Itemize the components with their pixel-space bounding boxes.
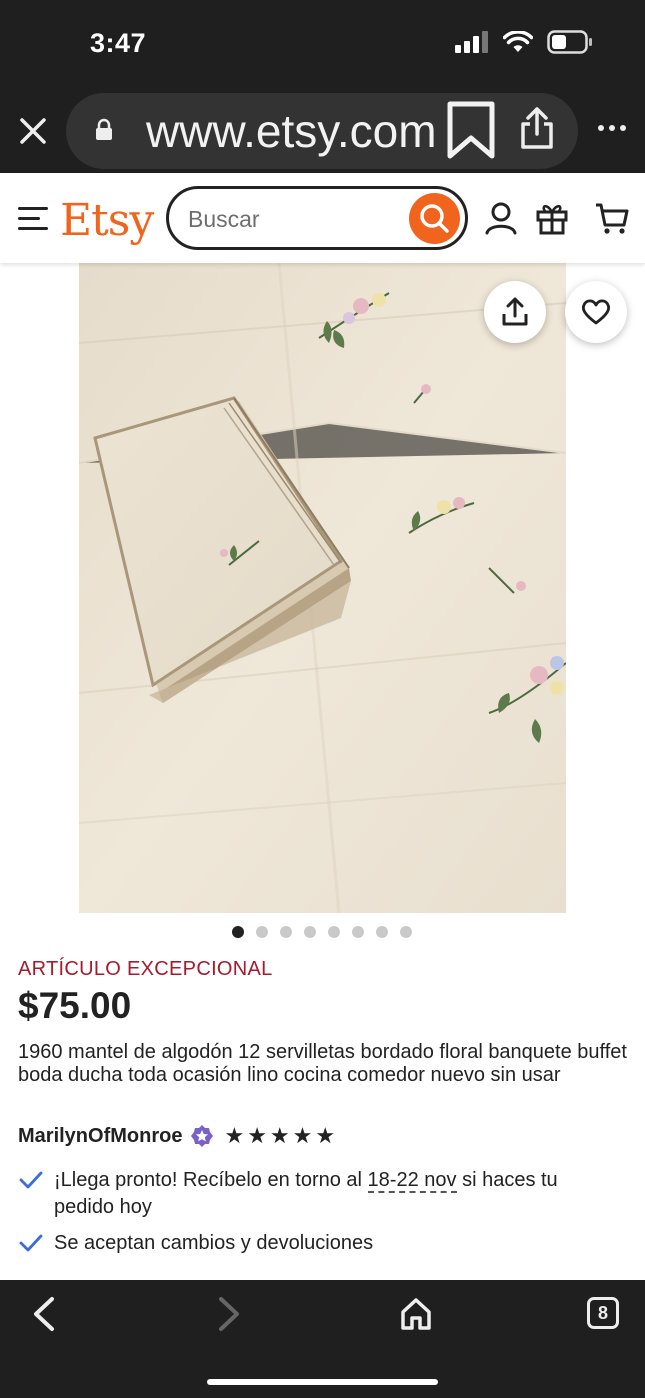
etsy-header: Etsy Buscar <box>0 173 645 263</box>
carousel-dot[interactable] <box>256 926 268 938</box>
delivery-date[interactable]: 18-22 nov <box>367 1169 457 1193</box>
status-time: 3:47 <box>90 28 147 58</box>
shop-name-link[interactable]: MarilynOfMonroe <box>18 1125 182 1148</box>
home-indicator <box>207 1379 438 1385</box>
carousel-dot[interactable] <box>232 926 244 938</box>
carousel-dot[interactable] <box>328 926 340 938</box>
listing-title: 1960 mantel de algodón 12 servilletas bo… <box>18 1041 627 1086</box>
home-icon[interactable] <box>399 1296 433 1332</box>
check-icon <box>19 1234 43 1252</box>
menu-icon[interactable] <box>18 207 48 237</box>
carousel-dot[interactable] <box>376 926 388 938</box>
heart-icon <box>581 299 611 325</box>
share-listing-button[interactable] <box>484 281 546 343</box>
check-icon <box>19 1171 43 1189</box>
star-icon: ★ <box>269 1123 290 1148</box>
listing-price: $75.00 <box>18 985 132 1026</box>
battery-icon <box>547 30 592 54</box>
account-icon[interactable] <box>484 200 518 236</box>
star-seller-badge-icon <box>191 1125 214 1147</box>
returns-text: Se aceptan cambios y devoluciones <box>54 1232 374 1254</box>
cart-icon[interactable] <box>594 200 630 236</box>
search-placeholder: Buscar <box>188 206 260 232</box>
delivery-perk: ¡Llega pronto! Recíbelo en torno al 18-2… <box>18 1167 614 1221</box>
search-icon <box>420 204 449 233</box>
browser-toolbar: 8 <box>0 1280 645 1398</box>
share-icon <box>502 297 528 326</box>
lock-icon <box>96 118 112 140</box>
carousel-dot[interactable] <box>280 926 292 938</box>
search-field[interactable]: Buscar <box>166 186 468 250</box>
url-text[interactable]: www.etsy.com <box>146 104 438 158</box>
wifi-icon <box>503 31 533 52</box>
etsy-logo[interactable]: Etsy <box>60 195 154 246</box>
forward-icon[interactable] <box>215 1296 243 1332</box>
tablecloth-photo <box>79 263 566 913</box>
signal-icon <box>455 31 488 53</box>
delivery-text-start: ¡Llega pronto! Recíbelo en torno al <box>54 1169 368 1191</box>
bookmark-icon[interactable] <box>445 100 497 160</box>
star-icon: ★ <box>292 1123 313 1148</box>
back-icon[interactable] <box>30 1296 58 1332</box>
star-icon: ★ <box>224 1123 245 1148</box>
star-icon: ★ <box>247 1123 267 1148</box>
tabs-button[interactable]: 8 <box>587 1297 619 1329</box>
star-item-badge: ARTÍCULO EXCEPCIONAL <box>18 958 273 980</box>
carousel-dot[interactable] <box>304 926 316 938</box>
more-icon[interactable] <box>598 125 626 131</box>
close-icon[interactable] <box>14 112 52 150</box>
star-icon: ★ <box>315 1123 336 1148</box>
returns-perk: Se aceptan cambios y devoluciones <box>18 1230 614 1257</box>
gift-icon[interactable] <box>535 200 569 236</box>
share-icon[interactable] <box>519 106 555 150</box>
rating-stars: ★ ★ ★ ★ ★ <box>224 1125 335 1147</box>
carousel-dot[interactable] <box>352 926 364 938</box>
favorite-button[interactable] <box>565 281 627 343</box>
listing-image[interactable] <box>79 263 566 913</box>
carousel-dot[interactable] <box>400 926 412 938</box>
shop-info: MarilynOfMonroe ★ ★ ★ ★ ★ <box>18 1123 335 1149</box>
search-button[interactable] <box>409 193 460 244</box>
image-carousel-dots[interactable] <box>232 926 412 938</box>
browser-bar: www.etsy.com <box>0 88 645 173</box>
status-bar: 3:47 <box>0 0 645 88</box>
